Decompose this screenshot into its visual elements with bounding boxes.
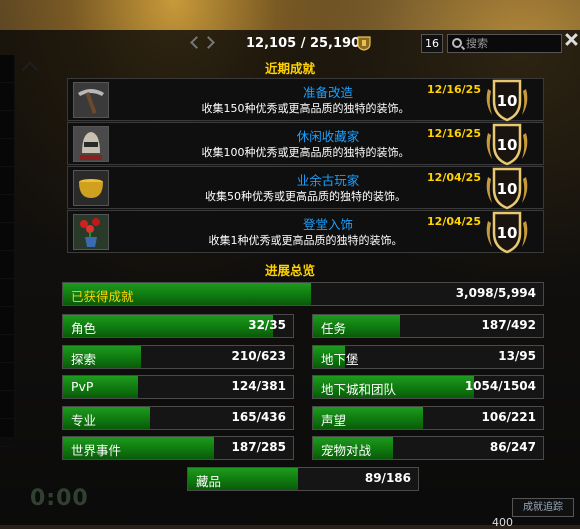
bar-label: 地下堡 <box>321 352 359 367</box>
achievement-points-shield-icon: 10 <box>486 211 528 254</box>
achievement-description: 收集50种优秀或更高品质的独特的装饰。 <box>205 190 406 203</box>
helmet-icon <box>73 126 109 162</box>
category-bar-exploration[interactable]: 探索 210/623 <box>62 345 294 369</box>
category-bar-pvp[interactable]: PvP 124/381 <box>62 375 294 399</box>
bar-value: 187/285 <box>231 440 286 454</box>
bar-label: 宠物对战 <box>321 443 372 458</box>
bar-value: 13/95 <box>498 349 536 363</box>
search-icon <box>452 38 462 48</box>
achievement-name: 准备改造 <box>302 85 353 100</box>
bar-value: 1054/1504 <box>464 379 536 393</box>
bar-label: 地下城和团队 <box>321 382 397 397</box>
bar-label: 任务 <box>321 321 347 336</box>
category-bar-professions[interactable]: 专业 165/436 <box>62 406 294 430</box>
flower-vase-icon <box>73 214 109 250</box>
search-box[interactable] <box>447 34 562 53</box>
achievement-points-shield-icon: 10 <box>486 167 528 210</box>
achievement-points-value: 10 <box>497 180 518 198</box>
achievement-points-total: 12,105 / 25,190 <box>246 36 361 51</box>
achievement-date: 12/04/25 <box>427 171 481 184</box>
achievement-points-shield-icon: 10 <box>486 123 528 166</box>
category-bar-dungeons-raids[interactable]: 地下城和团队 1054/1504 <box>312 375 544 399</box>
bottom-number: 400 <box>492 516 513 529</box>
bar-label: 世界事件 <box>71 443 122 458</box>
achievement-name: 业余古玩家 <box>296 173 360 188</box>
bar-label: 探索 <box>71 352 97 367</box>
bar-label: 专业 <box>71 413 97 428</box>
achievement-tracking-button[interactable]: 成就追踪 <box>512 498 574 517</box>
bar-label: 声望 <box>321 413 347 428</box>
mining-pick-icon <box>73 82 109 118</box>
category-bar-quests[interactable]: 任务 187/492 <box>312 314 544 338</box>
achievement-points-shield-icon: 10 <box>486 79 528 122</box>
achievement-description: 收集100种优秀或更高品质的独特的装饰。 <box>201 146 410 159</box>
bar-value: 3,098/5,994 <box>455 286 536 300</box>
bar-value: 124/381 <box>231 379 286 393</box>
progress-overview-title: 进展总览 <box>264 263 315 278</box>
achievement-points-value: 10 <box>497 136 518 154</box>
golden-pot-icon <box>73 170 109 206</box>
achievement-date: 12/04/25 <box>427 215 481 228</box>
achievement-row[interactable]: 登堂入饰 12/04/25 收集1种优秀或更高品质的独特的装饰。 10 <box>67 210 544 254</box>
achievement-row[interactable]: 准备改造 12/16/25 收集150种优秀或更高品质的独特的装饰。 10 <box>67 78 544 122</box>
achievement-shield-icon <box>357 36 371 51</box>
category-bar-reputation[interactable]: 声望 106/221 <box>312 406 544 430</box>
search-input[interactable] <box>466 35 556 52</box>
category-bar-pet-battles[interactable]: 宠物对战 86/247 <box>312 436 544 460</box>
bar-value: 210/623 <box>231 349 286 363</box>
achievement-description: 收集150种优秀或更高品质的独特的装饰。 <box>201 102 410 115</box>
achievement-points-value: 10 <box>497 224 518 242</box>
achievement-row[interactable]: 业余古玩家 12/04/25 收集50种优秀或更高品质的独特的装饰。 10 <box>67 166 544 210</box>
category-bar-collections[interactable]: 藏品 89/186 <box>187 467 419 491</box>
achievement-points-value: 10 <box>497 92 518 110</box>
achievement-name: 休闲收藏家 <box>296 129 360 144</box>
bar-value: 106/221 <box>481 410 536 424</box>
bar-label: 角色 <box>71 321 97 336</box>
timer-readout: 0:00 <box>30 486 89 511</box>
achievement-row[interactable]: 休闲收藏家 12/16/25 收集100种优秀或更高品质的独特的装饰。 10 <box>67 122 544 166</box>
filter-count-badge[interactable]: 16 <box>421 34 443 53</box>
achievement-description: 收集1种优秀或更高品质的独特的装饰。 <box>208 234 403 247</box>
bar-value: 89/186 <box>364 471 411 485</box>
achievement-date: 12/16/25 <box>427 83 481 96</box>
category-bar-world-events[interactable]: 世界事件 187/285 <box>62 436 294 460</box>
bar-value: 165/436 <box>231 410 286 424</box>
bar-value: 187/492 <box>481 318 536 332</box>
achievement-name: 登堂入饰 <box>302 217 353 232</box>
category-bar-character[interactable]: 角色 32/35 <box>62 314 294 338</box>
bar-value: 86/247 <box>489 440 536 454</box>
category-bar-delves[interactable]: 地下堡 13/95 <box>312 345 544 369</box>
close-icon[interactable] <box>565 33 578 46</box>
bar-value: 32/35 <box>248 318 286 332</box>
achievement-date: 12/16/25 <box>427 127 481 140</box>
bar-label: PvP <box>71 379 94 394</box>
bar-label: 藏品 <box>196 474 222 489</box>
total-achievements-bar[interactable]: 已获得成就 3,098/5,994 <box>62 282 544 306</box>
bar-label: 已获得成就 <box>71 289 134 304</box>
